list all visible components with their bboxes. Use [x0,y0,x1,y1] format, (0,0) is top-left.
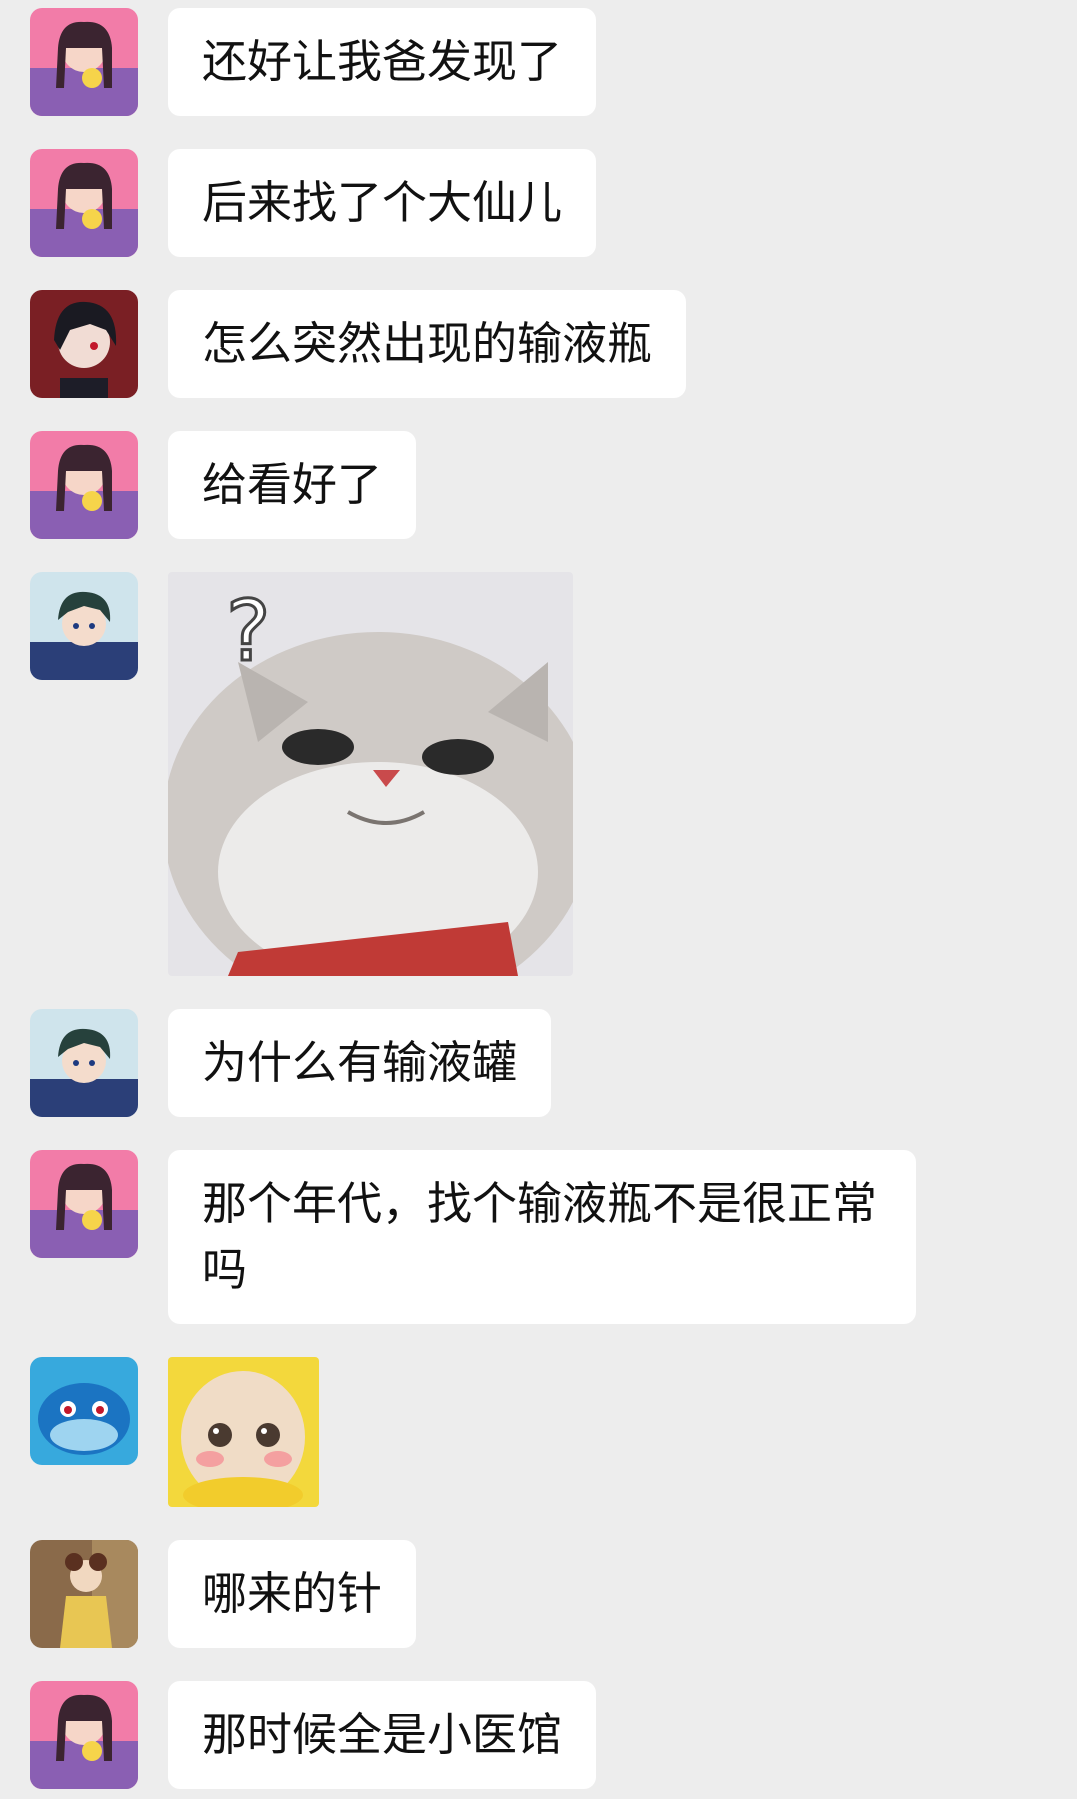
avatar-girl[interactable] [30,431,138,539]
message-bubble[interactable]: 那个年代，找个输液瓶不是很正常吗 [168,1150,916,1324]
avatar-girl[interactable] [30,1150,138,1258]
message-bubble[interactable]: 还好让我爸发现了 [168,8,597,116]
avatar-boy-dark[interactable] [30,290,138,398]
message-bubble[interactable]: 后来找了个大仙儿 [168,149,597,257]
svg-text:?: ? [226,582,271,680]
avatar-girl[interactable] [30,8,138,116]
message-bubble[interactable]: 给看好了 [168,431,417,539]
cat-question-sticker[interactable]: ? [168,572,573,976]
message-bubble[interactable]: 怎么突然出现的输液瓶 [168,290,687,398]
message-bubble[interactable]: 那时候全是小医馆 [168,1681,597,1789]
avatar-boy-blue[interactable] [30,1009,138,1117]
avatar-whale[interactable] [30,1357,138,1465]
avatar-boy-blue[interactable] [30,572,138,680]
avatar-lady-yellow[interactable] [30,1540,138,1648]
message-bubble[interactable]: 哪来的针 [168,1540,417,1648]
avatar-girl[interactable] [30,149,138,257]
message-bubble[interactable]: 为什么有输液罐 [168,1009,552,1117]
avatar-girl[interactable] [30,1681,138,1789]
teletubby-sticker[interactable] [168,1357,319,1507]
chat-message-list[interactable]: 还好让我爸发现了 后来找了个大仙儿 怎么突然出现的输液瓶 给看好了 ? 为什么有… [0,0,1077,1799]
